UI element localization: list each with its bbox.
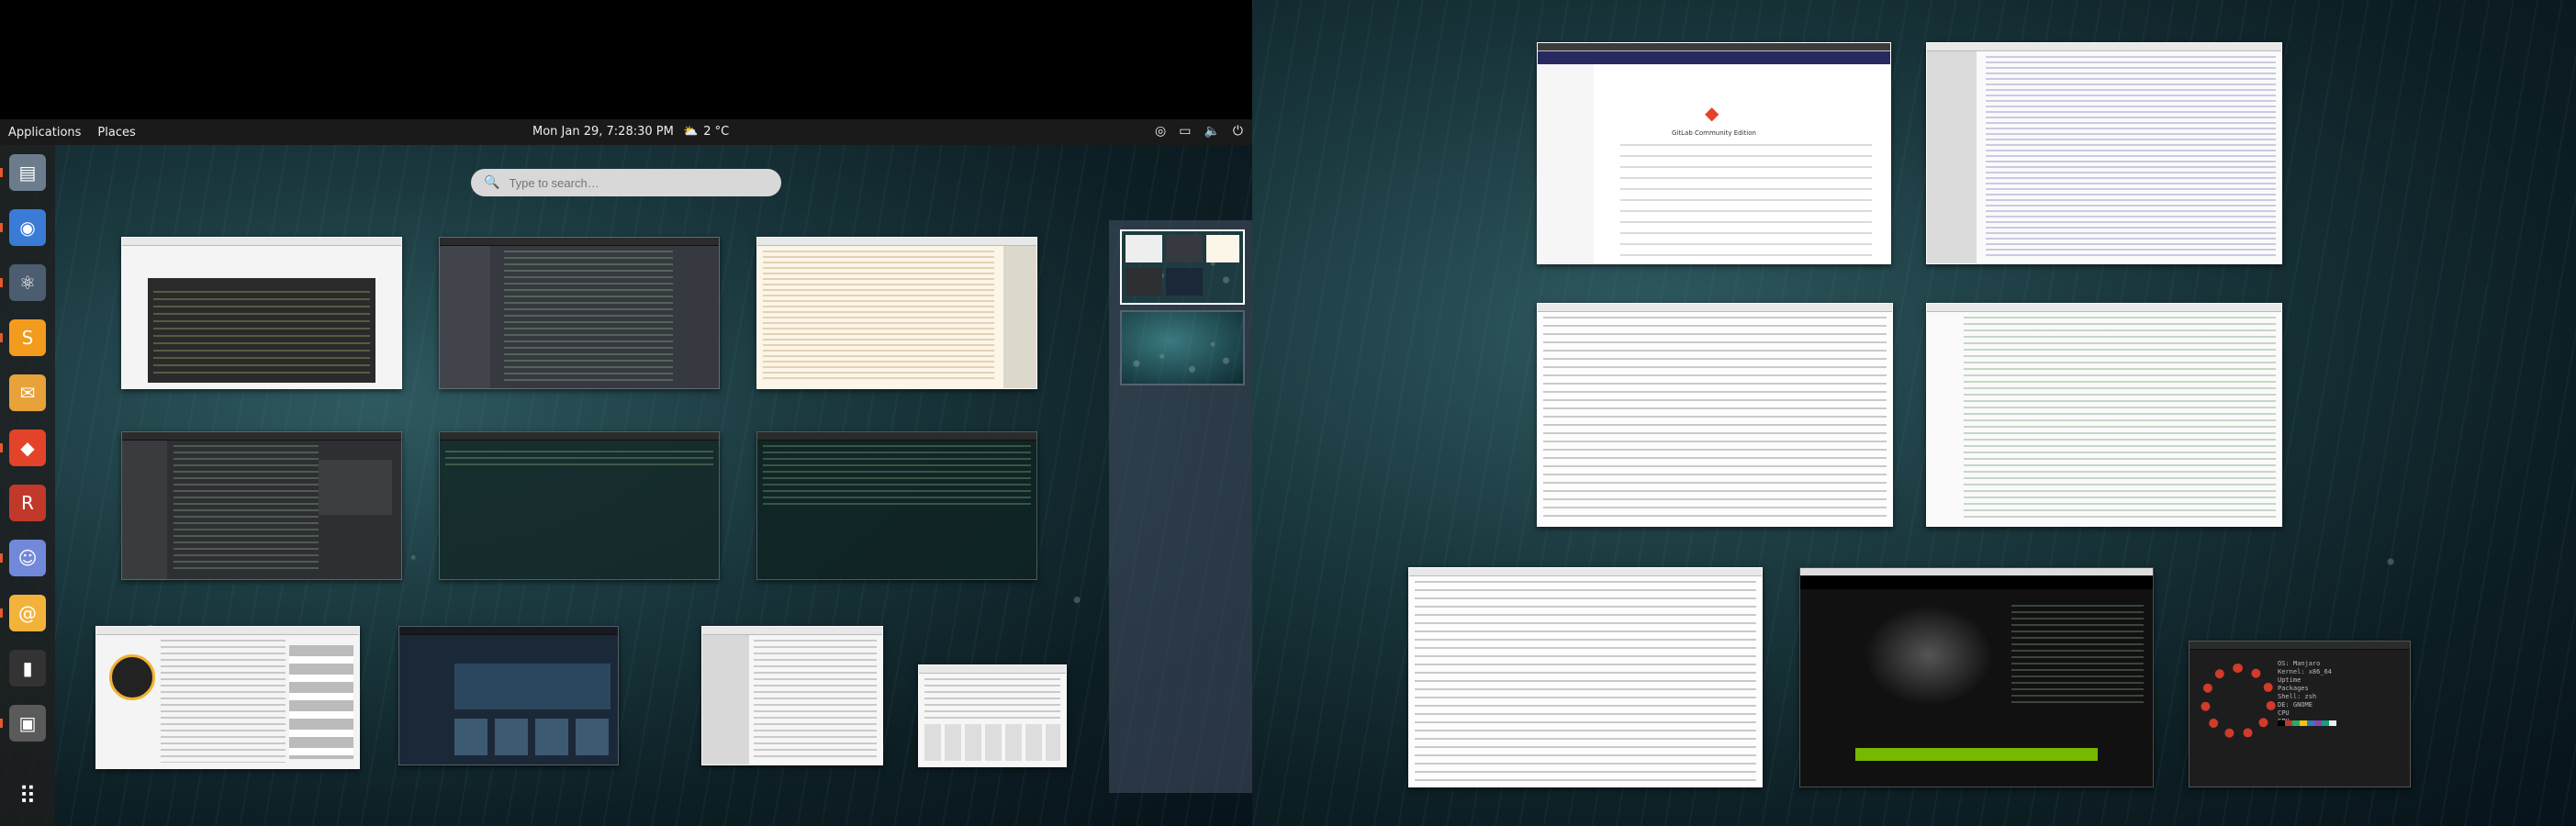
window-thumbnail-discord[interactable]: [439, 237, 720, 389]
clock[interactable]: Mon Jan 29, 7:28:30 PM: [532, 125, 674, 139]
screenshot-icon: ▣: [18, 712, 37, 734]
window-thumbnail-calculator[interactable]: [918, 664, 1067, 767]
gitlab-logo-icon: ◆: [1705, 102, 1719, 124]
window-thumbnail-terminal-wide[interactable]: [439, 431, 720, 580]
dash-app-git[interactable]: ◆: [9, 430, 46, 466]
display-icon[interactable]: ▭: [1179, 124, 1191, 139]
dash-app-chromium[interactable]: ◉: [9, 209, 46, 246]
redshift-icon: R: [21, 492, 34, 514]
dash-app-mail[interactable]: @: [9, 595, 46, 631]
window-thumbnail-steam[interactable]: [398, 626, 619, 765]
running-indicator: [0, 553, 3, 563]
grid-icon: ⠿: [18, 783, 37, 810]
discord-icon: ☺: [17, 547, 38, 569]
window-thumbnail-music-player[interactable]: [95, 626, 360, 769]
window-ide-right-2[interactable]: [1926, 303, 2282, 527]
running-indicator: [0, 443, 3, 452]
volume-icon[interactable]: 🔈: [1204, 124, 1219, 139]
top-bar: Applications Places Mon Jan 29, 7:28:30 …: [0, 119, 1252, 145]
window-thumbnail-code-editor[interactable]: [756, 237, 1037, 389]
sublime-text-icon: S: [21, 327, 34, 349]
weather-indicator[interactable]: ⛅ 2 °C: [683, 125, 729, 139]
terminal-icon: ▮: [22, 657, 33, 679]
window-thumbnail-browser-code[interactable]: [121, 237, 402, 389]
applications-menu[interactable]: Applications: [0, 126, 89, 140]
window-ide-right[interactable]: [1926, 42, 2282, 264]
atom-icon: ⚛: [19, 272, 36, 294]
workspace-1[interactable]: [1120, 229, 1245, 305]
chromium-icon: ◉: [19, 217, 36, 239]
dash-app-redshift[interactable]: R: [9, 485, 46, 521]
places-menu[interactable]: Places: [89, 126, 143, 140]
mail-icon: @: [18, 602, 37, 624]
search-input[interactable]: [507, 174, 768, 191]
dash-app-discord[interactable]: ☺: [9, 540, 46, 576]
window-thumbnail-settings[interactable]: [701, 626, 883, 765]
show-applications-button[interactable]: ⠿: [9, 778, 46, 815]
power-icon[interactable]: ⏻: [1233, 124, 1243, 139]
workspace-2[interactable]: [1120, 310, 1245, 385]
accessibility-icon[interactable]: ◎: [1155, 124, 1166, 139]
dash-app-atom[interactable]: ⚛: [9, 264, 46, 301]
running-indicator: [0, 608, 3, 618]
running-indicator: [0, 223, 3, 232]
dash-app-postman[interactable]: ✉: [9, 374, 46, 411]
system-tray[interactable]: ◎ ▭ 🔈 ⏻: [1155, 124, 1243, 139]
window-gitlab[interactable]: ◆ GitLab Community Edition: [1537, 42, 1891, 264]
cloud-sun-icon: ⛅: [683, 125, 699, 139]
git-icon: ◆: [20, 437, 35, 459]
gitlab-title: GitLab Community Edition: [1672, 129, 1756, 137]
window-thumbnail-file-manager[interactable]: [121, 431, 402, 580]
postman-icon: ✉: [19, 382, 36, 404]
search-bar[interactable]: 🔍: [471, 169, 781, 196]
running-indicator: [0, 168, 3, 177]
running-indicator: [0, 278, 3, 287]
search-icon: 🔍: [484, 175, 500, 190]
files-icon: ▤: [18, 162, 37, 184]
dash-app-files[interactable]: ▤: [9, 154, 46, 191]
temperature-label: 2 °C: [703, 125, 730, 139]
running-indicator: [0, 719, 3, 728]
workspace-switcher: [1109, 220, 1252, 793]
window-thumbnail-htop[interactable]: [756, 431, 1037, 580]
window-neofetch-terminal[interactable]: OS: Manjaro Kernel: x86_64 Uptime Packages S…: [2189, 641, 2411, 787]
window-text-editor-2[interactable]: [1408, 567, 1763, 787]
dash: ▤ ◉ ⚛ S ✉ ◆ R ☺ @ ▮ ▣ ⠿: [0, 145, 55, 826]
running-indicator: [0, 333, 3, 342]
window-text-editor[interactable]: [1537, 303, 1893, 527]
dash-app-screenshot[interactable]: ▣: [9, 705, 46, 742]
dash-app-sublime-text[interactable]: S: [9, 319, 46, 356]
window-nvidia-browser[interactable]: [1799, 567, 2154, 787]
dash-app-terminal[interactable]: ▮: [9, 650, 46, 686]
black-area: [0, 0, 1252, 119]
